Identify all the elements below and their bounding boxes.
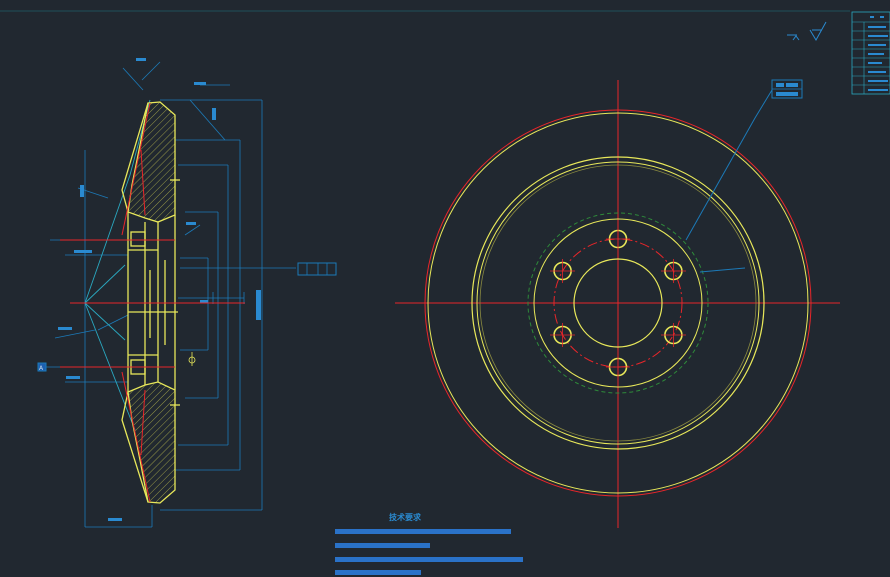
side-section-view: A [37,58,337,528]
title-block [851,11,890,95]
front-view [395,79,840,528]
side-view-tag [297,262,337,276]
note-line [335,557,523,562]
datum-target-icon [188,352,196,366]
note-line [335,570,421,575]
notes-heading: 技术要求 [389,512,422,522]
note-line [335,529,511,534]
surface-roughness-icon [787,21,827,41]
note-line [335,543,430,548]
technical-notes: 技术要求 [335,512,523,575]
cad-drawing-canvas[interactable]: A 技术要求 [0,0,890,577]
front-view-tag [771,79,803,99]
